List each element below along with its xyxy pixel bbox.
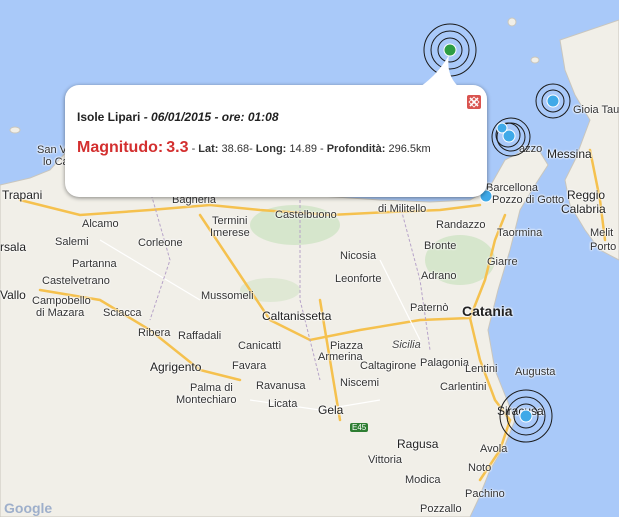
close-icon[interactable]: [467, 95, 481, 109]
label-nicosia: Nicosia: [340, 250, 377, 262]
label-paterno: Paternò: [410, 302, 449, 314]
land-calabria: [559, 19, 619, 261]
lat-value: 38.68: [221, 143, 250, 155]
label-carlentini: Carlentini: [440, 381, 487, 393]
label-modica: Modica: [405, 474, 441, 486]
label-bronte: Bronte: [424, 240, 457, 252]
label-noto: Noto: [468, 462, 492, 474]
popup-date: 06/01/2015: [151, 110, 212, 124]
popup-place: Isole Lipari: [77, 110, 141, 124]
depth-label: Profondità:: [326, 143, 386, 155]
label-salemi: Salemi: [55, 236, 89, 248]
depth-value: 296.5km: [388, 143, 431, 155]
label-palma: Palma di: [190, 382, 233, 394]
label-militello: di Militello: [378, 203, 427, 215]
long-value: 14.89: [289, 143, 317, 155]
label-vallo: Vallo: [0, 288, 26, 302]
label-vittoria: Vittoria: [368, 454, 403, 466]
label-campobello: Campobello: [32, 295, 91, 307]
label-reggio: Reggio: [567, 188, 606, 202]
label-sicilia: Sicilia: [392, 339, 421, 351]
close-icon-glyph: [468, 96, 480, 108]
label-raffadali: Raffadali: [178, 330, 222, 342]
label-gela: Gela: [318, 403, 344, 417]
label-termini: Termini: [212, 215, 248, 227]
label-ravanusa: Ravanusa: [256, 380, 306, 392]
label-ragusa: Ragusa: [397, 437, 439, 451]
road-shield-e45: E45: [350, 423, 369, 432]
label-leonforte: Leonforte: [335, 273, 382, 285]
label-sciacca: Sciacca: [103, 307, 142, 319]
label-caltagirone: Caltagirone: [360, 360, 417, 372]
label-alcamo: Alcamo: [82, 218, 119, 230]
magnitude-value: 3.3: [166, 139, 189, 156]
label-di-mazara: di Mazara: [36, 307, 85, 319]
label-agrigento: Agrigento: [150, 360, 202, 374]
label-taormina: Taormina: [497, 227, 543, 239]
label-avola: Avola: [480, 443, 508, 455]
label-castelbuono: Castelbuono: [275, 209, 337, 221]
label-marsala: rsala: [0, 240, 27, 254]
label-gioia-tauro: Gioia Tau: [573, 104, 619, 116]
label-pozzallo: Pozzallo: [420, 503, 462, 515]
label-lentini: Lentini: [465, 363, 498, 375]
quake-marker-siracusa[interactable]: [498, 388, 554, 444]
label-corleone: Corleone: [138, 237, 183, 249]
label-catania: Catania: [462, 303, 513, 319]
label-favara: Favara: [232, 360, 267, 372]
label-messina: Messina: [547, 147, 592, 161]
label-trapani: Trapani: [2, 188, 43, 202]
label-pachino: Pachino: [465, 488, 505, 500]
popup-time: 01:08: [247, 110, 279, 124]
magnitude-label: Magnitudo:: [77, 139, 164, 156]
label-licata: Licata: [268, 398, 298, 410]
label-caltanissetta: Caltanissetta: [262, 309, 332, 323]
popup-details: Magnitudo: 3.3 - Lat: 38.68- Long: 14.89…: [77, 139, 431, 156]
quake-marker-gioia[interactable]: [534, 82, 572, 120]
label-mussomeli: Mussomeli: [201, 290, 254, 302]
info-popup: Isole Lipari - 06/01/2015 - ore: 01:08 M…: [65, 55, 487, 197]
label-partanna: Partanna: [72, 258, 117, 270]
popup-header: Isole Lipari - 06/01/2015 - ore: 01:08: [77, 110, 279, 124]
map[interactable]: San Vito lo Capo Trapani rsala Salemi Al…: [0, 0, 619, 517]
label-melito: Melit: [590, 227, 614, 239]
label-montechiaro: Montechiaro: [176, 394, 237, 406]
label-pozzo-di-gotto: Pozzo di Gotto: [492, 194, 565, 206]
label-palagonia: Palagonia: [420, 357, 469, 369]
label-castelvetrano: Castelvetrano: [42, 275, 110, 287]
label-niscemi: Niscemi: [340, 377, 380, 389]
label-porto: Porto S: [590, 241, 619, 253]
land-sicily: [0, 148, 549, 517]
popup-time-prefix: ore:: [221, 110, 245, 124]
popup-tail: [417, 55, 461, 89]
google-logo: Google: [4, 500, 53, 516]
label-canicatti: Canicattì: [238, 340, 282, 352]
label-ribera: Ribera: [138, 327, 171, 339]
label-randazzo: Randazzo: [436, 219, 486, 231]
label-adrano: Adrano: [421, 270, 457, 282]
long-label: Long:: [255, 143, 287, 155]
label-giarre: Giarre: [487, 256, 518, 268]
quake-marker-milazzo[interactable]: [490, 116, 532, 158]
label-calabria: Calabria: [561, 202, 606, 216]
label-imerese: Imerese: [210, 227, 250, 239]
label-armerina: Armerina: [318, 351, 363, 363]
label-augusta: Augusta: [515, 366, 556, 378]
lat-label: Lat:: [198, 143, 219, 155]
